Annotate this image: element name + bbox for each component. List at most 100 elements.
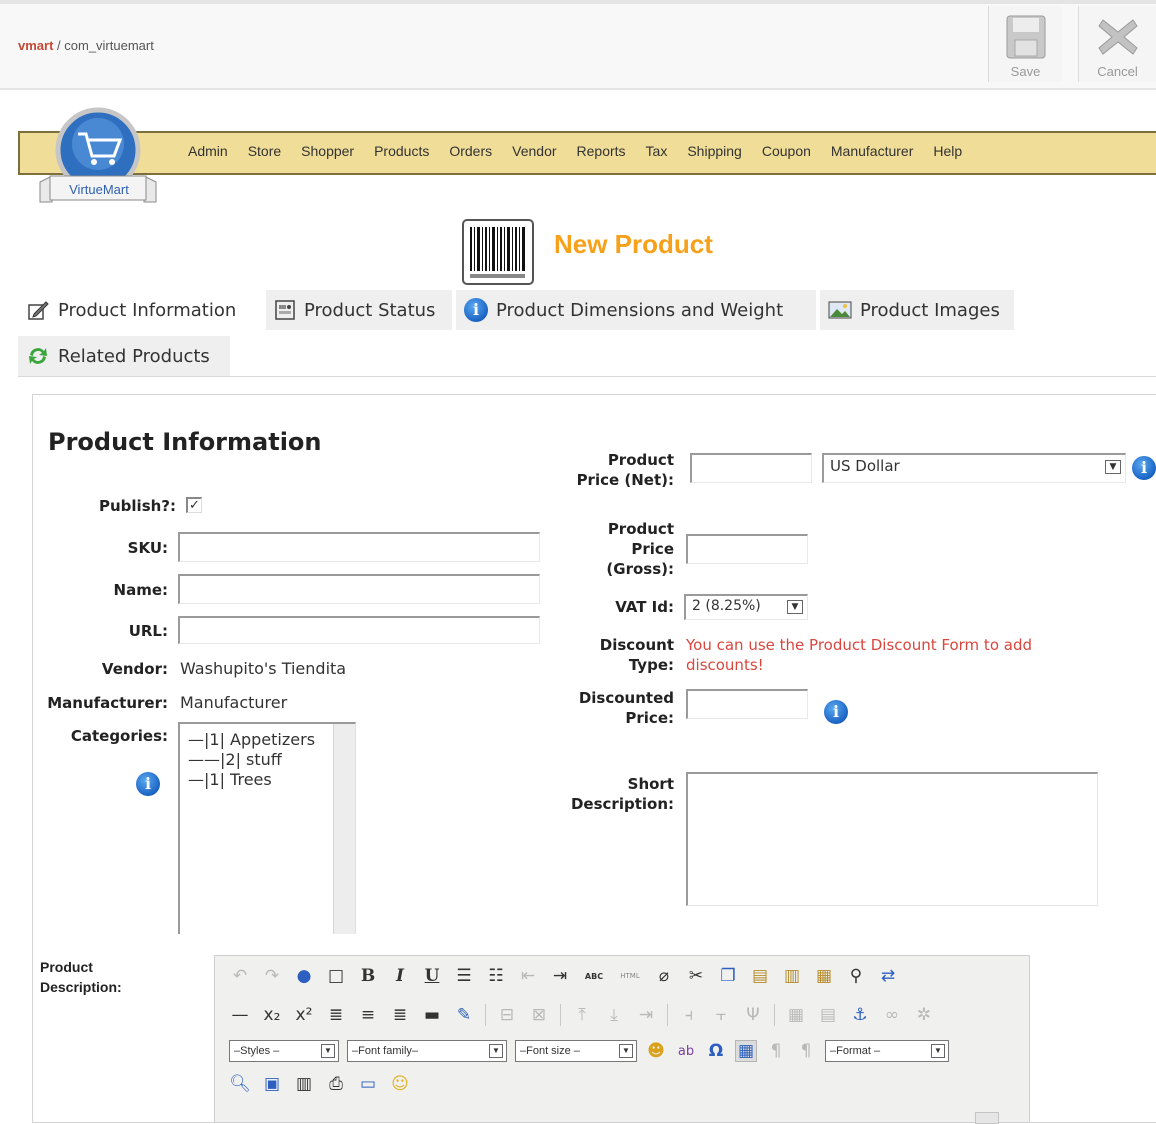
paste-word-icon[interactable]: ▦	[813, 966, 835, 986]
underline-icon[interactable]: U	[421, 966, 443, 986]
list-item[interactable]: ——|2| stuff	[188, 750, 282, 770]
edit-icon	[28, 301, 49, 320]
tab-product-status[interactable]: Product Status	[266, 290, 452, 330]
smiley-icon[interactable]: ☺	[389, 1074, 411, 1094]
tab-related-products[interactable]: Related Products	[18, 336, 230, 376]
menu-item-orders[interactable]: Orders	[449, 143, 512, 159]
breadcrumb-link[interactable]: vmart	[18, 38, 53, 53]
paste-icon[interactable]: ▤	[749, 966, 771, 986]
sku-input[interactable]	[178, 532, 540, 562]
insert-row-before-icon[interactable]: ⤒	[571, 1005, 593, 1025]
numbered-list-icon[interactable]: ☷	[485, 966, 507, 986]
save-button[interactable]: Save	[988, 6, 1062, 82]
editor-resize-handle[interactable]	[975, 1112, 999, 1124]
copy-icon[interactable]: ❐	[717, 966, 739, 986]
split-cells-icon[interactable]: ▦	[785, 1005, 807, 1025]
menu-item-store[interactable]: Store	[248, 143, 301, 159]
subscript-icon[interactable]: x₂	[261, 1005, 283, 1025]
anchor-icon[interactable]: ⚓	[849, 1005, 871, 1025]
categories-scrollbar[interactable]	[333, 724, 355, 934]
tab-product-images[interactable]: Product Images	[820, 290, 1014, 330]
format-select[interactable]: –Format – ▼	[825, 1040, 949, 1062]
special-char-icon[interactable]: Ω	[705, 1041, 727, 1061]
italic-icon[interactable]: I	[389, 966, 411, 986]
spellcheck-icon[interactable]: ABC	[581, 972, 607, 981]
menu-item-manufacturer[interactable]: Manufacturer	[831, 143, 933, 159]
paste-text-icon[interactable]: ▥	[781, 966, 803, 986]
url-input[interactable]	[178, 616, 540, 644]
replace-icon[interactable]: ⇄	[877, 966, 899, 986]
align-center-icon[interactable]: ≡	[357, 1005, 379, 1025]
insert-row-after-icon[interactable]: ⤓	[603, 1005, 625, 1025]
vat-select[interactable]: 2 (8.25%) ▼	[684, 594, 808, 620]
tab-product-information[interactable]: Product Information	[18, 290, 262, 330]
preview-icon[interactable]: 🔍︎	[229, 1074, 251, 1094]
insert-table-icon[interactable]: ▦	[735, 1040, 757, 1062]
menu-item-vendor[interactable]: Vendor	[512, 143, 576, 159]
align-justify-icon[interactable]: ▬	[421, 1005, 443, 1025]
new-document-icon[interactable]: □	[325, 966, 347, 986]
discounted-price-input[interactable]	[686, 689, 808, 719]
help-icon[interactable]: ●	[293, 966, 315, 986]
discount-info-icon[interactable]: i	[824, 700, 848, 724]
undo-icon[interactable]: ↶	[229, 966, 251, 986]
menu-item-admin[interactable]: Admin	[188, 143, 248, 159]
insert-col-after-icon[interactable]: ⫟	[710, 1005, 732, 1025]
link-icon[interactable]: ∞	[881, 1005, 903, 1025]
indent-icon[interactable]: ⇥	[549, 966, 571, 986]
menu-item-shopper[interactable]: Shopper	[301, 143, 374, 159]
align-right-icon[interactable]: ≣	[389, 1005, 411, 1025]
print-icon[interactable]: ⎙	[325, 1074, 347, 1094]
virtuemart-logo[interactable]: VirtueMart	[34, 104, 164, 213]
merge-cells-icon[interactable]: ▤	[817, 1005, 839, 1025]
bold-icon[interactable]: B	[357, 966, 379, 986]
rtl-icon[interactable]: ¶	[795, 1041, 817, 1061]
price-net-input[interactable]	[690, 453, 812, 483]
cleanup-icon[interactable]: ⌀	[653, 966, 675, 986]
menu-item-help[interactable]: Help	[933, 143, 982, 159]
cancel-button[interactable]: Cancel	[1078, 6, 1156, 82]
insert-media-icon[interactable]: ▥	[293, 1074, 315, 1094]
menu-item-shipping[interactable]: Shipping	[687, 143, 762, 159]
product-description-label: Product Description:	[40, 957, 122, 997]
currency-select[interactable]: US Dollar ▼	[822, 453, 1126, 483]
insert-col-before-icon[interactable]: ⫞	[678, 1005, 700, 1025]
menu-item-reports[interactable]: Reports	[577, 143, 646, 159]
table-props-icon[interactable]: ⊟	[496, 1005, 518, 1025]
cell-props-icon[interactable]: ⊠	[528, 1005, 550, 1025]
categories-listbox[interactable]: —|1| Appetizers ——|2| stuff —|1| Trees	[178, 722, 356, 934]
name-input[interactable]	[178, 574, 540, 604]
superscript-icon[interactable]: x²	[293, 1005, 315, 1025]
categories-info-icon[interactable]: i	[136, 772, 160, 796]
styles-select[interactable]: –Styles – ▼	[229, 1040, 339, 1062]
publish-checkbox[interactable]: ✓	[186, 497, 202, 513]
redo-icon[interactable]: ↷	[261, 966, 283, 986]
font-size-select[interactable]: –Font size – ▼	[515, 1040, 637, 1062]
list-item[interactable]: —|1| Appetizers	[188, 730, 315, 750]
list-item[interactable]: —|1| Trees	[188, 770, 272, 790]
delete-col-icon[interactable]: Ψ	[742, 1005, 764, 1025]
short-description-textarea[interactable]	[686, 772, 1098, 906]
emotions-icon[interactable]: ☻	[645, 1041, 667, 1061]
bullet-list-icon[interactable]: ☰	[453, 966, 475, 986]
spellchecker-icon[interactable]: ab	[675, 1044, 697, 1059]
price-gross-input[interactable]	[686, 534, 808, 564]
fullscreen-icon[interactable]: ▭	[357, 1074, 379, 1094]
html-source-icon[interactable]: HTML	[617, 972, 643, 980]
ltr-icon[interactable]: ¶	[765, 1041, 787, 1061]
horizontal-rule-icon[interactable]: —	[229, 1005, 251, 1025]
outdent-icon[interactable]: ⇤	[517, 966, 539, 986]
menu-item-products[interactable]: Products	[374, 143, 449, 159]
menu-item-coupon[interactable]: Coupon	[762, 143, 831, 159]
find-icon[interactable]: ⚲	[845, 966, 867, 986]
cut-icon[interactable]: ✂	[685, 966, 707, 986]
currency-info-icon[interactable]: i	[1132, 456, 1156, 480]
delete-row-icon[interactable]: ⇥	[635, 1005, 657, 1025]
tab-product-dimensions[interactable]: i Product Dimensions and Weight	[456, 290, 816, 330]
align-left-icon[interactable]: ≣	[325, 1005, 347, 1025]
edit-style-icon[interactable]: ✎	[453, 1005, 475, 1025]
menu-item-tax[interactable]: Tax	[646, 143, 688, 159]
insert-image-icon[interactable]: ▣	[261, 1074, 283, 1094]
font-family-select[interactable]: –Font family– ▼	[347, 1040, 507, 1062]
unlink-icon[interactable]: ✲	[913, 1005, 935, 1025]
